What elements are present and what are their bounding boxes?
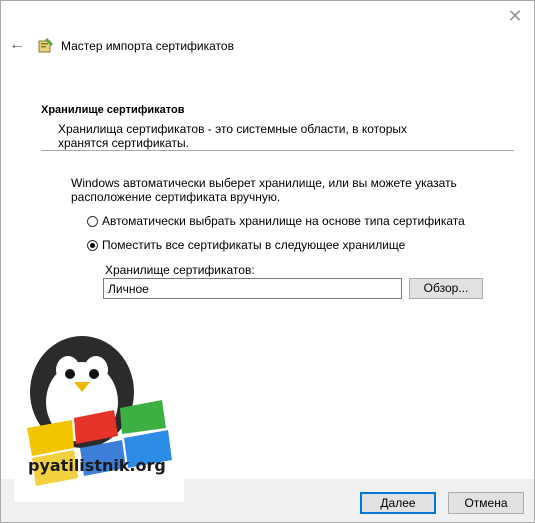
browse-button[interactable]: Обзор... (409, 278, 483, 299)
option-auto-label: Автоматически выбрать хранилище на основ… (102, 214, 465, 228)
back-arrow-icon[interactable]: ← (9, 35, 25, 55)
radio-auto[interactable] (87, 215, 98, 227)
penguin-logo (14, 336, 184, 502)
intro-text: Windows автоматически выберет хранилище,… (71, 176, 457, 204)
section-description: Хранилища сертификатов - это системные о… (58, 122, 407, 150)
store-field[interactable]: Личное (103, 278, 402, 299)
watermark-text: pyatilistnik.org (28, 456, 166, 475)
option-manual-label: Поместить все сертификаты в следующее хр… (102, 238, 406, 252)
radio-manual[interactable] (87, 239, 98, 251)
certificate-icon (38, 38, 53, 53)
divider (41, 150, 514, 151)
close-icon[interactable]: ✕ (504, 5, 526, 27)
option-auto-store[interactable]: Автоматически выбрать хранилище на основ… (87, 213, 465, 229)
store-label: Хранилище сертификатов: (105, 263, 255, 277)
option-manual-store[interactable]: Поместить все сертификаты в следующее хр… (87, 237, 405, 253)
title-bar: ✕ (1, 1, 534, 35)
cancel-button[interactable]: Отмена (448, 492, 524, 514)
wizard-title: Мастер импорта сертификатов (61, 39, 234, 53)
section-heading: Хранилище сертификатов (41, 104, 185, 116)
next-button[interactable]: Далее (360, 492, 436, 514)
